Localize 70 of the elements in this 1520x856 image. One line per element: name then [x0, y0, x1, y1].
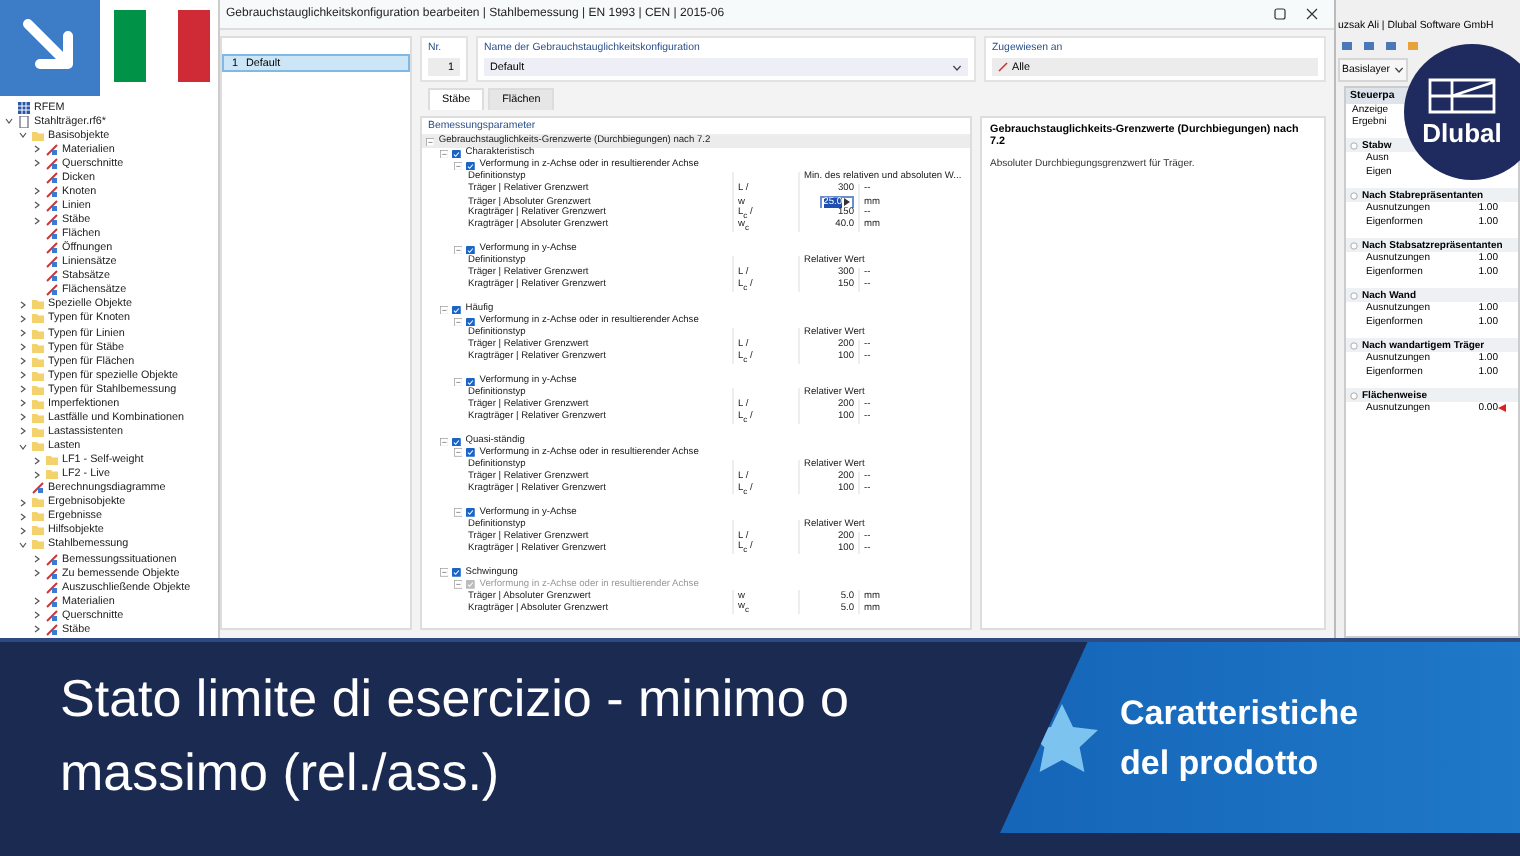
radio-icon[interactable]: [1350, 341, 1358, 349]
bridge-icon: [1428, 77, 1496, 113]
checkbox[interactable]: [466, 448, 476, 458]
chevron-icon[interactable]: [32, 624, 42, 635]
collapse-icon[interactable]: [454, 448, 463, 458]
chevron-icon[interactable]: [32, 200, 42, 211]
chevron-icon[interactable]: [18, 130, 28, 141]
grid-icon: [18, 101, 30, 114]
collapse-icon[interactable]: [454, 161, 463, 171]
collapse-icon[interactable]: [440, 437, 449, 446]
banner-title: Stato limite di esercizio - minimo o massimo (rel./ass.): [58, 665, 851, 805]
member-icon: [998, 62, 1008, 72]
chevron-icon[interactable]: [32, 554, 42, 565]
chevron-icon[interactable]: [18, 370, 28, 381]
radio-icon[interactable]: [1350, 141, 1358, 149]
radio-icon[interactable]: [1350, 291, 1358, 299]
checkbox[interactable]: [452, 305, 462, 315]
chevron-icon[interactable]: [32, 568, 42, 579]
file-icon: [18, 115, 30, 128]
chevron-icon[interactable]: [4, 116, 14, 127]
collapse-icon[interactable]: [426, 137, 435, 147]
close-icon[interactable]: [1306, 8, 1318, 20]
chevron-icon[interactable]: [18, 497, 28, 508]
chevron-icon[interactable]: [32, 469, 42, 480]
chevron-icon[interactable]: [18, 441, 28, 452]
collapse-icon[interactable]: [440, 305, 449, 315]
caret-icon: [1393, 66, 1404, 74]
chevron-icon[interactable]: [18, 384, 28, 395]
collapse-icon[interactable]: [454, 245, 463, 255]
collapse-icon[interactable]: [440, 149, 449, 159]
chevron-icon[interactable]: [18, 356, 28, 367]
chevron-icon[interactable]: [32, 610, 42, 621]
checkbox[interactable]: [452, 149, 462, 159]
chevron-icon[interactable]: [32, 596, 42, 607]
chevron-icon[interactable]: [18, 398, 28, 409]
collapse-icon[interactable]: [454, 377, 463, 386]
chevron-icon[interactable]: [32, 215, 42, 226]
chevron-icon[interactable]: [18, 328, 28, 339]
radio-icon[interactable]: [1350, 191, 1358, 199]
chevron-icon[interactable]: [18, 412, 28, 423]
caret-icon: [952, 63, 962, 71]
radio-icon[interactable]: [1350, 241, 1358, 249]
checkbox[interactable]: [452, 568, 462, 578]
chevron-icon[interactable]: [18, 313, 28, 324]
spin-arrow-icon[interactable]: [844, 198, 850, 207]
folder-icon: [32, 129, 44, 142]
checkbox[interactable]: [452, 437, 462, 446]
radio-icon[interactable]: [1350, 391, 1358, 399]
collapse-icon[interactable]: [454, 508, 463, 518]
collapse-icon[interactable]: [454, 317, 463, 327]
chevron-icon[interactable]: [18, 525, 28, 536]
checkbox[interactable]: [466, 317, 476, 327]
chevron-icon[interactable]: [32, 144, 42, 155]
chevron-icon[interactable]: [18, 426, 28, 437]
flag-icon: [114, 10, 210, 82]
chevron-icon[interactable]: [18, 342, 28, 353]
maximize-icon[interactable]: [1274, 8, 1286, 20]
checkbox[interactable]: [466, 508, 476, 518]
chevron-icon[interactable]: [18, 539, 28, 550]
checkbox[interactable]: [466, 161, 476, 171]
chevron-icon[interactable]: [18, 299, 28, 310]
object-icon: [32, 482, 44, 495]
chevron-icon[interactable]: [32, 455, 42, 466]
chevron-icon[interactable]: [18, 511, 28, 522]
checkbox[interactable]: [466, 245, 476, 255]
chevron-icon[interactable]: [32, 186, 42, 197]
checkbox[interactable]: [466, 377, 476, 386]
collapse-icon[interactable]: [440, 568, 449, 578]
chevron-icon[interactable]: [32, 158, 42, 169]
banner-tag: Caratteristiche del prodotto: [1000, 641, 1520, 833]
